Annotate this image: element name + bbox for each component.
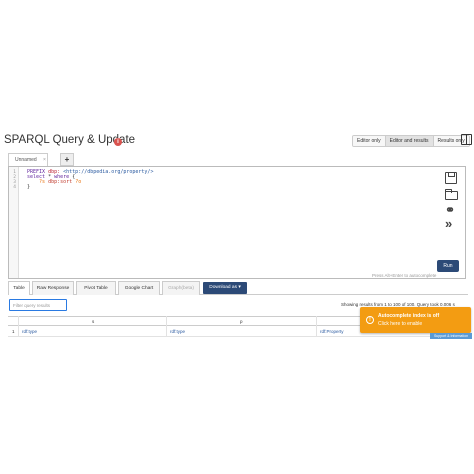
close-icon[interactable]: ×	[43, 154, 46, 166]
run-button[interactable]: Run	[437, 260, 459, 272]
results-tab-bar: Table Raw Response Pivot Table Google Ch…	[8, 281, 468, 295]
tab-raw-response[interactable]: Raw Response	[32, 281, 74, 295]
code-variable: ?o	[75, 179, 82, 185]
add-tab-button[interactable]: +	[60, 153, 74, 166]
support-link[interactable]: Support & Information	[430, 333, 472, 339]
view-mode-toggle: Editor only Editor and results Results o…	[352, 135, 470, 147]
autocomplete-toast[interactable]: ! Autocomplete index is off Click here t…	[360, 307, 471, 333]
autocomplete-hint: Press Alt+Enter to autocomplete	[372, 273, 437, 278]
link-icon[interactable]: ⚭	[445, 204, 457, 216]
title-row: SPARQL Query & Update i Editor only Edit…	[4, 133, 472, 151]
cell-s[interactable]: rdf:type	[22, 327, 37, 337]
info-icon[interactable]: i	[114, 138, 122, 146]
save-icon[interactable]	[445, 172, 457, 184]
code-variable: ?s	[39, 179, 46, 185]
query-editor[interactable]: 1 2 3 4 PREFIX dbp: <http://dbpedia.org/…	[8, 166, 466, 279]
tab-graph-beta[interactable]: Graph(beta)	[162, 281, 200, 295]
line-number-gutter: 1 2 3 4	[9, 167, 19, 278]
download-as-button[interactable]: Download as ▾	[203, 282, 247, 294]
warning-icon: !	[366, 316, 374, 324]
cell-p[interactable]: rdf:type	[170, 327, 185, 337]
tab-label: Unnamed	[15, 157, 37, 163]
toast-title: Autocomplete index is off	[378, 313, 440, 319]
cell-o[interactable]: rdf:Property	[320, 327, 344, 337]
code-iri: <http://dbpedia.org/property/>	[63, 169, 154, 175]
column-header-p[interactable]: p	[240, 317, 243, 326]
code-property: dbp:sort	[48, 179, 73, 185]
line-number: 4	[13, 185, 16, 190]
filter-results-input[interactable]	[9, 299, 67, 311]
code-brace: }	[27, 184, 31, 190]
tab-table[interactable]: Table	[8, 281, 30, 295]
toast-subtitle: Click here to enable	[378, 321, 423, 327]
view-editor-results-button[interactable]: Editor and results	[385, 136, 434, 146]
tab-pivot-table[interactable]: Pivot Table	[76, 281, 116, 295]
tab-unnamed[interactable]: Unnamed ×	[8, 153, 48, 166]
folder-open-icon[interactable]	[445, 188, 458, 200]
query-tab-bar: Unnamed × +	[8, 153, 468, 166]
layout-columns-icon[interactable]	[461, 134, 472, 145]
query-code[interactable]: PREFIX dbp: <http://dbpedia.org/property…	[27, 170, 153, 190]
tab-google-chart[interactable]: Google Chart	[118, 281, 160, 295]
column-header-s[interactable]: s	[92, 317, 94, 326]
view-editor-only-button[interactable]: Editor only	[353, 136, 386, 146]
row-index: 1	[12, 329, 15, 334]
share-icon[interactable]: »	[445, 217, 457, 230]
